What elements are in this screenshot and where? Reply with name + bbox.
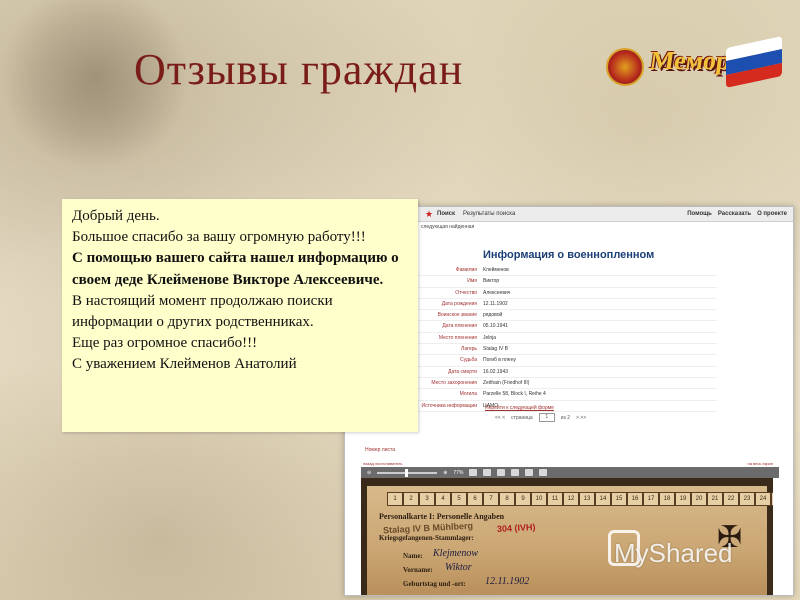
- table-row: Воинское звание рядовой: [417, 310, 717, 322]
- first-name-label: Vorname:: [403, 566, 433, 574]
- site-nav-results[interactable]: Результаты поиска: [463, 211, 515, 217]
- table-row: Могила Parzelle 58, Block I, Reihe 4: [417, 389, 717, 401]
- letter-line: Добрый день.: [72, 208, 160, 224]
- download-icon[interactable]: [525, 469, 534, 476]
- pager: << < страница 1 из 2 > >>: [495, 413, 586, 422]
- pager-current-select[interactable]: 1: [538, 413, 555, 422]
- fit-width-icon[interactable]: [511, 469, 520, 476]
- site-nav-search[interactable]: Поиск: [437, 211, 455, 217]
- citizen-letter: Добрый день. Большое спасибо за вашу огр…: [62, 199, 418, 432]
- zoom-slider[interactable]: [377, 468, 438, 477]
- pager-next[interactable]: > >>: [576, 415, 586, 421]
- russian-flag-icon: [726, 36, 782, 88]
- name-label: Name:: [403, 552, 423, 560]
- letter-line: С уважением Клейменов Анатолий: [72, 356, 297, 373]
- table-row: Дата рождения 12.11.1902: [417, 299, 717, 311]
- print-icon[interactable]: [539, 469, 548, 476]
- letter-line: Еще раз огромное спасибо!!!: [72, 335, 258, 352]
- pow-info-heading: Информация о военнопленном: [483, 249, 655, 261]
- table-row: Имя Виктор: [417, 276, 717, 288]
- letter-line: Большое спасибо за вашу огромную работу!…: [72, 229, 366, 246]
- document-viewer-toolbar: ⊖ ⊕ 77%: [361, 467, 779, 478]
- table-row: Источника информации ЦАМО: [417, 401, 717, 412]
- table-row: Дата пленения 05.10.1941: [417, 321, 717, 333]
- zoom-level: 77%: [453, 469, 464, 476]
- sheet-number-label: Номер листа: [365, 447, 396, 453]
- letter-line-highlight: С помощью вашего сайта нашел информацию …: [72, 250, 399, 288]
- memorial-logo: Мемориал: [606, 36, 782, 98]
- camp-label: Kriegsgefangenen-Stammlager:: [379, 534, 474, 542]
- watermark-text: MyShared: [614, 538, 733, 568]
- table-row: Место захоронения Zeithain (Friedhof III): [417, 378, 717, 390]
- site-link-about[interactable]: О проекте: [757, 211, 787, 217]
- table-row: Дата смерти 16.02.1943: [417, 367, 717, 378]
- pow-info-table: Фамилия Клейменов Имя Виктор Отчество Алекс…: [417, 265, 717, 412]
- hand-tool-icon[interactable]: [469, 469, 478, 476]
- next-form-link[interactable]: Перейти к следующей форме: [485, 405, 554, 411]
- first-name-handwritten: Wiktor: [445, 562, 472, 573]
- site-link-tell[interactable]: Рассказать: [718, 211, 751, 217]
- birth-label: Geburtstag und -ort:: [403, 580, 466, 588]
- rotate-icon[interactable]: [483, 469, 492, 476]
- fullscreen-link[interactable]: на весь экран: [748, 461, 774, 466]
- table-row: Лагерь Stalag IV B: [417, 344, 717, 356]
- viewer-back-label[interactable]: назад листоливатель: [363, 461, 402, 466]
- number-strip: 1234567891011121314151617181920212223242…: [387, 492, 773, 506]
- table-row: Фамилия Клейменов: [417, 265, 717, 277]
- fit-page-icon[interactable]: [497, 469, 506, 476]
- card-header: Personalkarte I: Personelle Angaben: [379, 512, 505, 521]
- pager-total: из 2: [560, 414, 570, 421]
- table-row: Отчество Алексеевич: [417, 288, 717, 299]
- order-emblem-icon: [606, 48, 644, 86]
- slide-title: Отзывы граждан: [134, 45, 464, 94]
- birth-handwritten: 12.11.1902: [485, 576, 530, 587]
- zoom-in-icon[interactable]: ⊕: [443, 470, 447, 476]
- name-handwritten: Klejmenow: [433, 548, 478, 559]
- letter-line: В настоящий момент продолжаю поиски инфо…: [72, 292, 333, 331]
- archive-document-image: 1234567891011121314151617181920212223242…: [361, 478, 773, 595]
- pager-prev[interactable]: << <: [495, 415, 505, 421]
- red-star-icon: ★: [425, 209, 434, 219]
- camp-number-stamp: 304 (IVH): [496, 521, 536, 535]
- pager-label: страница: [511, 414, 533, 421]
- zoom-out-icon[interactable]: ⊖: [367, 470, 371, 476]
- table-row: Судьба Погиб в плену: [417, 355, 717, 367]
- table-row: Место пленения Jelnja: [417, 333, 717, 345]
- site-link-help[interactable]: Помощь: [687, 211, 712, 217]
